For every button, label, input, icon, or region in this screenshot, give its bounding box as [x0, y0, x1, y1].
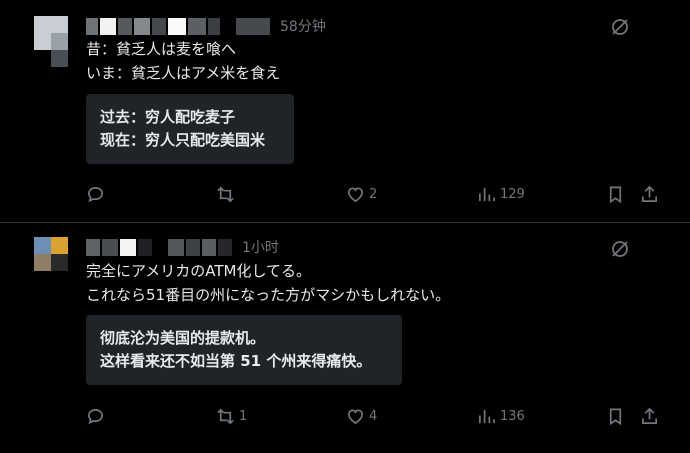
translation-line: 现在：穷人只配吃美国米 — [100, 131, 266, 149]
reply-icon — [87, 408, 104, 425]
avatar[interactable] — [34, 16, 68, 67]
share-button[interactable] — [640, 407, 659, 426]
author-name[interactable] — [134, 17, 150, 35]
bookmark-button[interactable] — [606, 185, 625, 204]
translation-line: 彻底沦为美国的提款机。 — [100, 329, 266, 347]
repost-icon — [217, 408, 234, 425]
like-button[interactable]: 4 — [346, 407, 377, 426]
author-name[interactable] — [188, 17, 206, 35]
view-count: 136 — [500, 409, 525, 424]
grok-icon[interactable] — [610, 239, 630, 259]
author-name[interactable] — [138, 238, 152, 256]
post-text-line: 昔：貧乏人は麦を喰へ — [86, 40, 237, 58]
author-name[interactable] — [208, 17, 220, 35]
author-handle[interactable] — [202, 238, 216, 256]
repost-icon — [217, 186, 234, 203]
share-button[interactable] — [640, 185, 659, 204]
action-bar: 1 4 136 — [0, 407, 690, 431]
author-row[interactable]: 1小时 — [86, 237, 279, 257]
author-name[interactable] — [86, 17, 98, 35]
author-name[interactable] — [120, 238, 136, 256]
author-name[interactable] — [168, 17, 186, 35]
repost-count: 1 — [239, 409, 248, 424]
author-name[interactable] — [152, 17, 166, 35]
repost-button[interactable] — [216, 185, 239, 204]
bookmark-icon — [609, 408, 622, 426]
author-handle[interactable] — [168, 238, 184, 256]
like-icon — [347, 187, 364, 203]
post-text-line: これなら51番目の州になった方がマシかもしれない。 — [86, 286, 451, 304]
post[interactable]: 1小时 完全にアメリカのATM化してる。 これなら51番目の州になった方がマシか… — [0, 222, 690, 453]
translation-line: 过去：穷人配吃麦子 — [100, 108, 236, 126]
post[interactable]: 58分钟 昔：貧乏人は麦を喰へ いま：貧乏人はアメ米を食え 过去：穷人配吃麦子 … — [0, 0, 690, 222]
author-name[interactable] — [102, 238, 118, 256]
avatar[interactable] — [34, 237, 68, 271]
reply-button[interactable] — [86, 185, 109, 204]
translation-line: 这样看来还不如当第 51 个州来得痛快。 — [100, 352, 372, 370]
like-count: 4 — [369, 409, 378, 424]
reply-icon — [87, 186, 104, 203]
view-count: 129 — [500, 187, 525, 202]
author-handle[interactable] — [186, 238, 200, 256]
like-button[interactable]: 2 — [346, 185, 377, 204]
views-button[interactable]: 136 — [477, 407, 525, 426]
post-text-line: いま：貧乏人はアメ米を食え — [86, 64, 281, 82]
like-count: 2 — [369, 187, 378, 202]
grok-icon[interactable] — [610, 17, 630, 37]
translation-box: 过去：穷人配吃麦子 现在：穷人只配吃美国米 — [86, 94, 294, 164]
author-row[interactable]: 58分钟 — [86, 16, 326, 36]
views-button[interactable]: 129 — [477, 185, 525, 204]
like-icon — [347, 409, 364, 425]
post-time[interactable]: 58分钟 — [280, 16, 326, 36]
share-icon — [641, 407, 658, 425]
views-icon — [478, 187, 495, 202]
author-handle[interactable] — [218, 238, 232, 256]
bookmark-icon — [609, 186, 622, 204]
author-handle[interactable] — [236, 17, 270, 35]
bookmark-button[interactable] — [606, 407, 625, 426]
translation-box: 彻底沦为美国的提款机。 这样看来还不如当第 51 个州来得痛快。 — [86, 315, 402, 385]
author-name[interactable] — [100, 17, 116, 35]
action-bar: 2 129 — [0, 185, 690, 209]
views-icon — [478, 409, 495, 424]
author-name[interactable] — [86, 238, 100, 256]
share-icon — [641, 185, 658, 203]
repost-button[interactable]: 1 — [216, 407, 247, 426]
post-text-line: 完全にアメリカのATM化してる。 — [86, 262, 312, 280]
post-time[interactable]: 1小时 — [242, 237, 279, 257]
reply-button[interactable] — [86, 407, 109, 426]
author-name[interactable] — [118, 17, 132, 35]
